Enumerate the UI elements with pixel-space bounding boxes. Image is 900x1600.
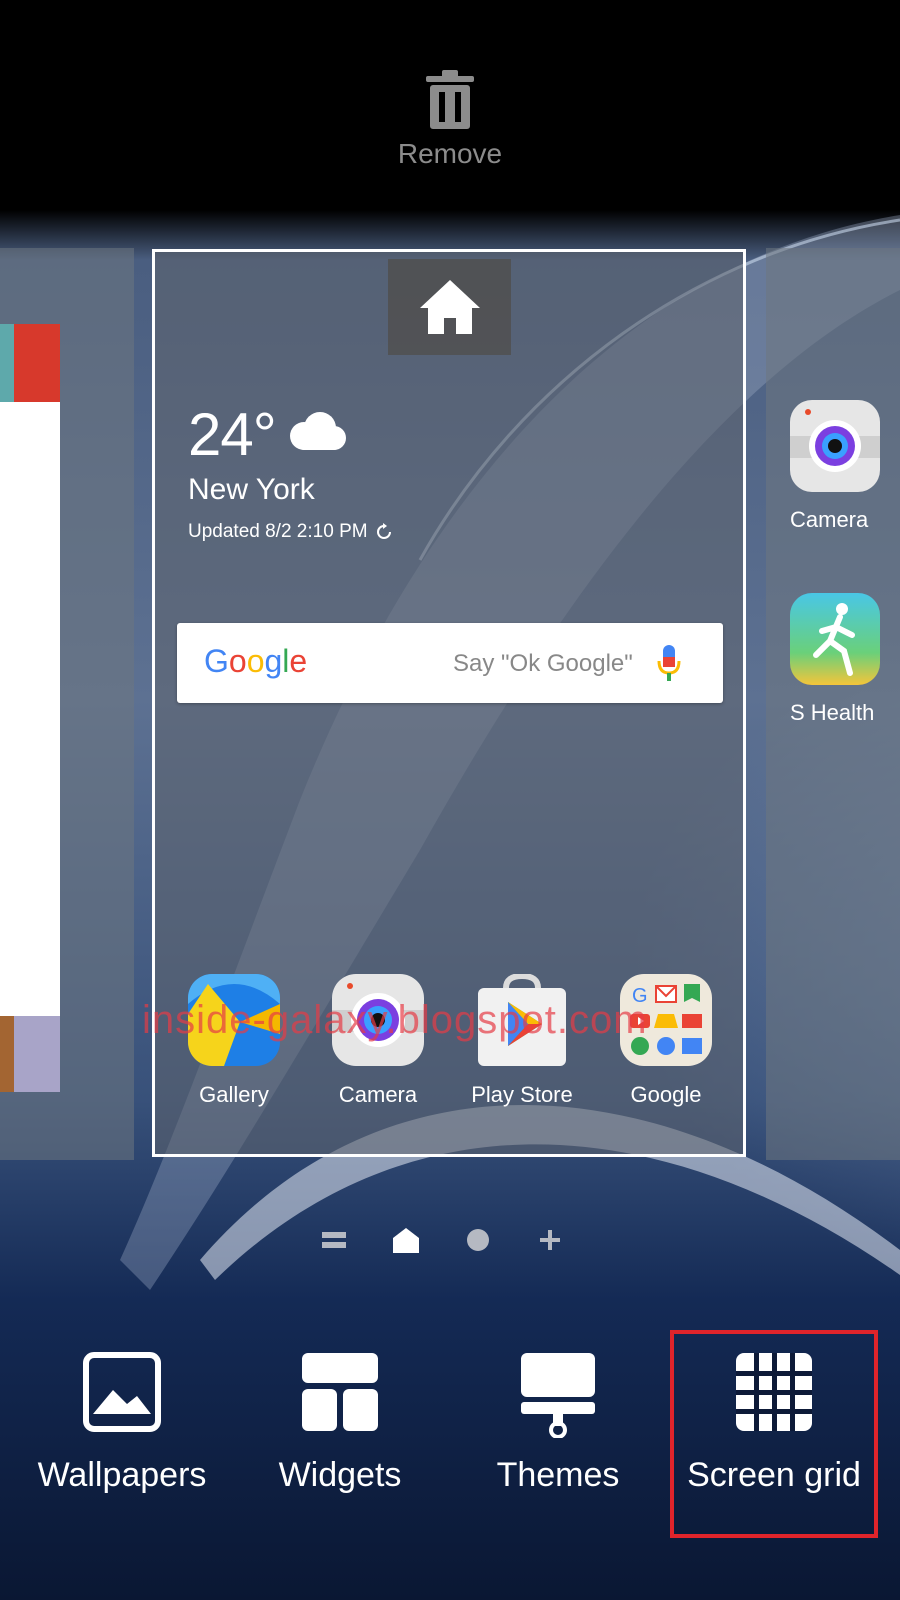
gallery-label: Gallery	[199, 1082, 269, 1107]
left-page-widget-bottom	[0, 1016, 60, 1092]
right-page-camera-label: Camera	[790, 507, 869, 532]
right-page-shealth-app[interactable]: S Health	[790, 593, 900, 726]
themes-icon	[521, 1353, 595, 1438]
weather-city: New York	[188, 473, 315, 506]
themes-button[interactable]: Themes	[490, 1352, 626, 1495]
refresh-icon[interactable]	[374, 522, 394, 542]
play-store-label: Play Store	[471, 1082, 573, 1107]
themes-label: Themes	[496, 1456, 620, 1494]
microphone-icon[interactable]	[657, 645, 681, 683]
camera-app-icon	[790, 400, 880, 492]
add-page-button[interactable]	[536, 1226, 564, 1254]
wallpapers-button[interactable]: Wallpapers	[34, 1352, 210, 1495]
dot-icon	[467, 1229, 489, 1251]
google-search-bar[interactable]: Google Say "Ok Google"	[177, 623, 723, 703]
wallpaper-icon	[83, 1352, 161, 1432]
left-page-widget-top	[0, 324, 60, 402]
page-indicator	[320, 1226, 564, 1254]
left-home-page[interactable]	[0, 248, 134, 1160]
wallpapers-label: Wallpapers	[37, 1456, 207, 1494]
weather-widget[interactable]: 24° New York Updated 8/2 2:10 PM	[188, 400, 394, 543]
watermark: inside-galaxy.blogspot.com	[142, 998, 648, 1042]
left-page-widget	[0, 402, 60, 1016]
weather-temperature: 24°	[188, 401, 277, 468]
page-indicator-briefing[interactable]	[320, 1226, 348, 1254]
cloud-icon	[284, 412, 348, 457]
set-default-home-button[interactable]	[388, 259, 511, 355]
google-logo: Google	[204, 643, 308, 679]
trash-icon	[426, 70, 474, 129]
grid-icon	[736, 1353, 812, 1431]
widgets-icon	[302, 1353, 378, 1431]
screen-grid-label: Screen grid	[687, 1456, 861, 1494]
google-folder-label: Google	[630, 1082, 702, 1107]
home-icon	[419, 280, 480, 334]
page-indicator-page[interactable]	[464, 1226, 492, 1254]
right-page-shealth-label: S Health	[790, 700, 875, 725]
right-home-page[interactable]: Camera S Health	[766, 248, 900, 1160]
home-dot-icon	[393, 1228, 419, 1253]
camera-label: Camera	[338, 1082, 418, 1107]
search-hint: Say "Ok Google"	[453, 650, 633, 677]
widgets-label: Widgets	[278, 1456, 402, 1494]
widgets-button[interactable]: Widgets	[270, 1352, 410, 1495]
page-indicator-home[interactable]	[392, 1226, 420, 1254]
weather-updated: Updated 8/2 2:10 PM	[188, 521, 368, 542]
s-health-app-icon	[790, 593, 880, 685]
menu-lines-icon	[322, 1232, 346, 1248]
right-page-camera-app[interactable]: Camera	[790, 400, 900, 533]
remove-label: Remove	[397, 138, 503, 169]
plus-icon	[540, 1230, 560, 1250]
screen-grid-button[interactable]: Screen grid	[678, 1352, 870, 1495]
remove-drop-zone[interactable]: Remove	[350, 70, 550, 190]
